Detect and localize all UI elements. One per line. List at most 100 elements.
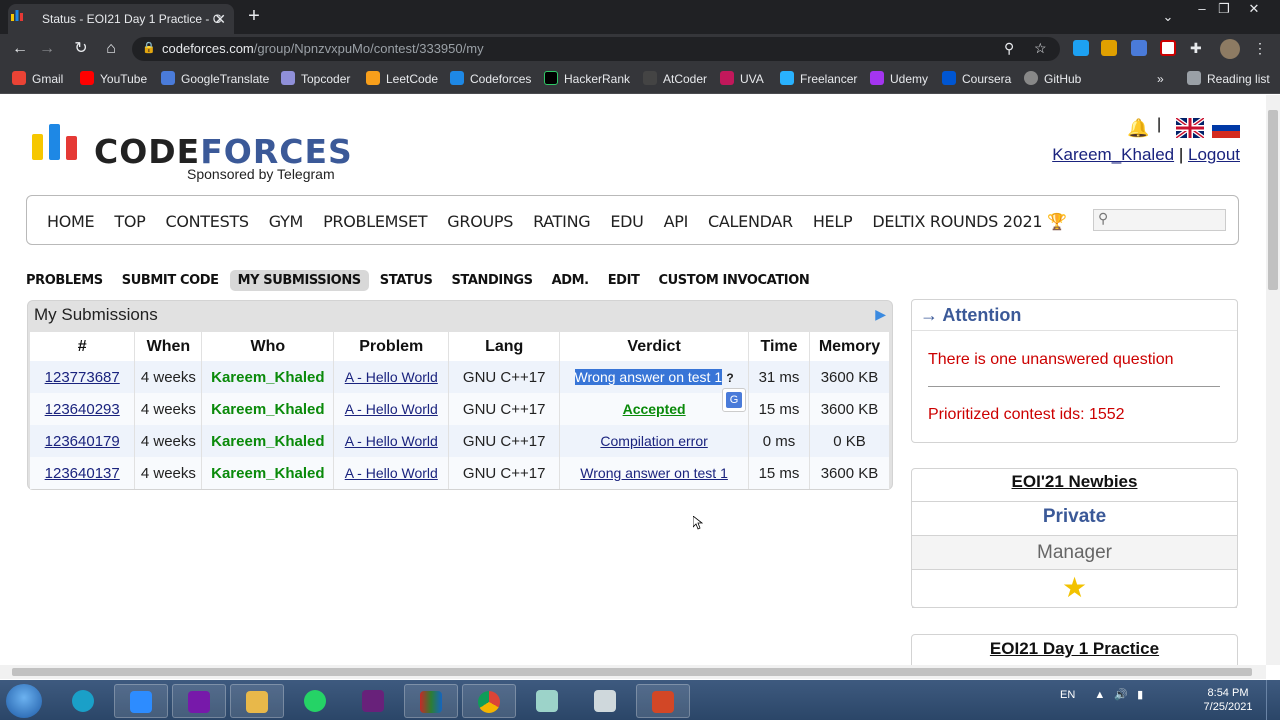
search-input[interactable] [1093,209,1226,231]
logout-link[interactable]: Logout [1188,145,1240,164]
chrome-taskbar-icon[interactable] [462,684,516,718]
home-icon[interactable]: ⌂ [100,38,122,60]
menu-edu[interactable]: EDU [610,212,644,231]
submission-id-link[interactable]: 123640179 [45,433,120,450]
tab-close-icon[interactable]: ✕ [214,4,226,34]
verdict-link[interactable]: Wrong answer on test 1 [580,465,728,481]
extension-icon[interactable] [1073,40,1089,56]
verdict-link[interactable]: Accepted [623,401,686,417]
menu-rating[interactable]: RATING [533,212,591,231]
zoom-taskbar-icon[interactable] [114,684,168,718]
new-tab-button[interactable]: + [244,4,264,28]
reading-list-button[interactable]: Reading list [1187,70,1270,88]
help-icon[interactable]: ? [726,371,733,385]
submission-id-link[interactable]: 123640137 [45,465,120,482]
restore-window-icon[interactable]: ❐ [1210,0,1238,18]
show-desktop-button[interactable] [1266,680,1280,720]
bookmark-uva[interactable]: UVA [720,70,764,88]
bookmark-gmail[interactable]: Gmail [12,70,63,88]
bookmark-topcoder[interactable]: Topcoder [281,70,350,88]
vertical-scroll-thumb[interactable] [1268,110,1278,290]
whatsapp-taskbar-icon[interactable] [288,684,342,718]
translate-extension-icon[interactable] [1131,40,1147,56]
onenote-taskbar-icon[interactable] [172,684,226,718]
contest-name-link[interactable]: EOI21 Day 1 Practice [912,639,1237,659]
volume-icon[interactable]: 🔊 [1114,689,1128,701]
subtab-status[interactable]: STATUS [380,270,433,291]
bookmark-freelancer[interactable]: Freelancer [780,70,857,88]
extension-icon[interactable] [1101,40,1117,56]
forward-icon[interactable]: → [36,38,58,60]
edge-taskbar-icon[interactable] [56,684,110,718]
group-name-link[interactable]: EOI'21 Newbies [912,472,1237,502]
powerpoint-taskbar-icon[interactable] [636,684,690,718]
verdict-link[interactable]: Wrong answer on test 1 [574,368,723,385]
menu-api[interactable]: API [664,212,689,231]
menu-contests[interactable]: CONTESTS [165,212,249,231]
submission-author-link[interactable]: Kareem_Khaled [211,465,324,482]
tab-search-icon[interactable]: ⌄ [1154,8,1182,26]
bookmark-leetcode[interactable]: LeetCode [366,70,438,88]
codeforces-logo[interactable]: CODEFORCES Sponsored by Telegram [32,124,362,186]
lock-icon[interactable]: 🔒 [142,41,156,54]
english-flag-icon[interactable] [1176,118,1204,138]
problem-link[interactable]: A - Hello World [345,433,438,449]
bookmark-star-icon[interactable]: ☆ [1034,40,1047,57]
subtab-standings[interactable]: STANDINGS [451,270,533,291]
bookmark-atcoder[interactable]: AtCoder [643,70,707,88]
browser-tab[interactable]: Status - EOI21 Day 1 Practice - C ✕ [8,4,234,34]
menu-top[interactable]: TOP [114,212,145,231]
winrar-taskbar-icon[interactable] [404,684,458,718]
zoom-icon[interactable]: ⚲ [1004,40,1014,57]
menu-calendar[interactable]: CALENDAR [708,212,793,231]
notification-bell-icon[interactable]: 🔔 [1127,118,1149,139]
subtab-adm[interactable]: ADM. [552,270,590,291]
extension-icon[interactable] [1160,40,1176,56]
bookmark-coursera[interactable]: Coursera [942,70,1011,88]
app-taskbar-icon[interactable] [520,684,574,718]
input-language[interactable]: EN [1060,689,1075,701]
menu-help[interactable]: HELP [813,212,853,231]
problem-link[interactable]: A - Hello World [345,465,438,481]
network-icon[interactable]: ▮ [1137,689,1143,701]
subtab-custom-invocation[interactable]: CUSTOM INVOCATION [658,270,809,291]
file-explorer-taskbar-icon[interactable] [230,684,284,718]
bookmark-github[interactable]: GitHub [1024,70,1081,88]
russian-flag-icon[interactable] [1212,118,1240,138]
subtab-my-submissions[interactable]: MY SUBMISSIONS [229,270,369,291]
problem-link[interactable]: A - Hello World [345,401,438,417]
panel-arrow-icon[interactable]: ▶ [875,306,886,323]
menu-groups[interactable]: GROUPS [447,212,513,231]
star-icon[interactable]: ★ [912,570,1237,608]
submission-id-link[interactable]: 123773687 [45,369,120,386]
user-profile-link[interactable]: Kareem_Khaled [1052,145,1174,164]
bookmark-codeforces[interactable]: Codeforces [450,70,531,88]
submission-author-link[interactable]: Kareem_Khaled [211,433,324,450]
bookmark-udemy[interactable]: Udemy [870,70,928,88]
subtab-edit[interactable]: EDIT [608,270,640,291]
address-bar[interactable]: codeforces.com/group/NpnzvxpuMo/contest/… [132,37,1060,61]
subtab-submit-code[interactable]: SUBMIT CODE [122,270,219,291]
menu-problemset[interactable]: PROBLEMSET [323,212,428,231]
browser-menu-icon[interactable]: ⋮ [1253,40,1267,57]
menu-gym[interactable]: GYM [269,212,304,231]
tray-overflow-icon[interactable]: ▲ [1094,689,1105,701]
bookmark-youtube[interactable]: YouTube [80,70,147,88]
bookmark-googletranslate[interactable]: GoogleTranslate [161,70,269,88]
reload-icon[interactable]: ↻ [70,38,92,60]
back-icon[interactable]: ← [9,38,31,60]
verdict-link[interactable]: Compilation error [600,433,707,449]
problem-link[interactable]: A - Hello World [345,369,438,385]
submission-id-link[interactable]: 123640293 [45,401,120,418]
start-button-icon[interactable] [6,684,42,718]
translate-popup-button[interactable]: G [722,388,746,412]
bookmarks-overflow-button[interactable]: » [1157,70,1164,88]
profile-avatar[interactable] [1220,39,1240,59]
bookmark-hackerrank[interactable]: HackerRank [544,70,630,88]
submission-author-link[interactable]: Kareem_Khaled [211,401,324,418]
taskbar-clock[interactable]: 8:54 PM 7/25/2021 [1200,686,1256,714]
subtab-problems[interactable]: PROBLEMS [26,270,103,291]
calculator-taskbar-icon[interactable] [578,684,632,718]
extensions-puzzle-icon[interactable]: ✚ [1190,40,1202,57]
submission-author-link[interactable]: Kareem_Khaled [211,369,324,386]
